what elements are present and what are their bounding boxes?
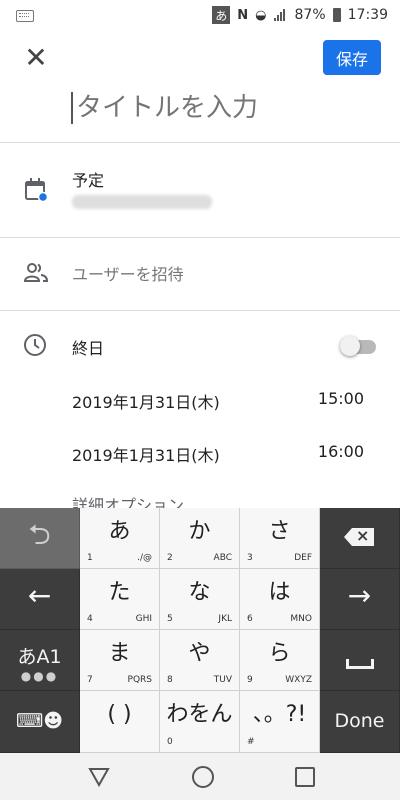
done-key[interactable]: Done [320, 691, 400, 753]
input-mode-key[interactable]: あA1 ●●● [0, 630, 80, 691]
keyboard-notification-icon [16, 10, 34, 22]
close-icon: ✕ [24, 41, 48, 74]
status-icons: あ N ◒ 87% 17:39 [212, 5, 388, 25]
all-day-label: 終日 [72, 339, 105, 358]
left-arrow-icon: ← [27, 579, 52, 612]
calendar-account-redacted: ●●●●●●●●●●●● [72, 195, 212, 209]
end-time[interactable]: 16:00 [318, 442, 364, 461]
key-na[interactable]: な 5 JKL [160, 569, 240, 630]
left-arrow-key[interactable]: ← [0, 569, 80, 630]
clock: 17:39 [347, 7, 388, 23]
all-day-toggle[interactable] [340, 336, 378, 356]
emoji-keyboard-icon: ⌨☻ [15, 710, 64, 732]
end-date[interactable]: 2019年1月31日(木) [72, 442, 220, 466]
backspace-x-icon: × [356, 526, 370, 545]
key-ma[interactable]: ま 7 PQRS [80, 630, 160, 691]
emoji-keyboard-key[interactable]: ⌨☻ [0, 691, 80, 753]
right-arrow-icon: → [347, 579, 372, 612]
done-label: Done [334, 710, 385, 732]
key-ka[interactable]: か 2 ABC [160, 508, 240, 569]
space-icon [346, 659, 374, 669]
key-ya[interactable]: や 8 TUV [160, 630, 240, 691]
save-button[interactable]: 保存 [323, 40, 381, 75]
divider [0, 310, 400, 311]
recents-square-icon[interactable] [295, 767, 315, 787]
nfc-icon: N [237, 7, 249, 23]
input-mode-label: あA1 [17, 646, 62, 668]
signal-icon [273, 9, 288, 21]
key-ra[interactable]: ら 9 WXYZ [240, 630, 320, 691]
invite-users-label: ユーザーを招待 [72, 265, 184, 284]
backspace-key[interactable]: × [320, 508, 400, 569]
people-icon [23, 263, 49, 282]
back-triangle-icon[interactable] [88, 767, 110, 787]
clock-icon [24, 334, 46, 356]
calendar-icon [25, 178, 49, 203]
right-arrow-key[interactable]: → [320, 569, 400, 630]
start-time[interactable]: 15:00 [318, 389, 364, 408]
undo-icon: ⮌ [28, 518, 51, 551]
space-key[interactable] [320, 630, 400, 691]
key-a[interactable]: あ 1 ./@ [80, 508, 160, 569]
key-brackets[interactable]: ( ) [80, 691, 160, 753]
key-ta[interactable]: た 4 GHI [80, 569, 160, 630]
input-mode-dots: ●●● [20, 669, 59, 683]
divider [0, 237, 400, 238]
undo-key[interactable]: ⮌ [0, 508, 80, 569]
japanese-keyboard: ⮌ ← あA1 ●●● ⌨☻ あ 1 ./@ か 2 ABC さ 3 DEF た… [0, 508, 400, 753]
key-ha[interactable]: は 6 MNO [240, 569, 320, 630]
key-punctuation[interactable]: 、。?! # [240, 691, 320, 753]
battery-icon [332, 8, 341, 22]
start-date[interactable]: 2019年1月31日(木) [72, 389, 220, 413]
battery-percent: 87% [294, 7, 326, 23]
home-circle-icon[interactable] [192, 766, 214, 788]
status-bar: あ N ◒ 87% 17:39 [0, 0, 400, 30]
key-wa[interactable]: わをん 0 [160, 691, 240, 753]
divider [0, 142, 400, 143]
title-input[interactable] [70, 86, 376, 130]
calendar-label: 予定 [72, 171, 105, 190]
toggle-thumb [340, 336, 360, 356]
wifi-icon: ◒ [255, 7, 267, 23]
ime-badge: あ [212, 6, 231, 24]
key-sa[interactable]: さ 3 DEF [240, 508, 320, 569]
close-button[interactable]: ✕ [18, 40, 54, 76]
navigation-bar [0, 753, 400, 800]
text-caret [71, 92, 73, 124]
